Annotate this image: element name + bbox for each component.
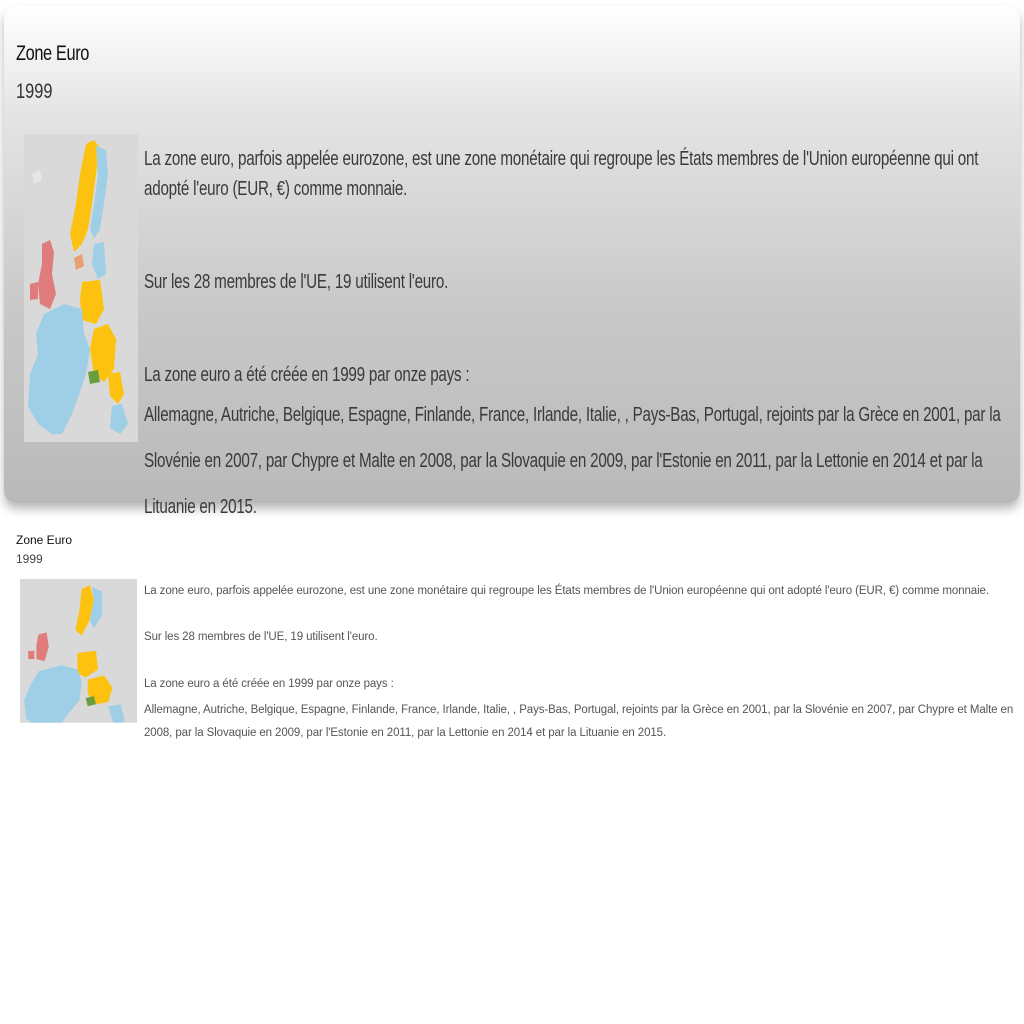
paragraph-members: Sur les 28 membres de l'UE, 19 utilisent…: [144, 271, 449, 293]
eurozone-map-svg-small: [20, 579, 137, 733]
card-title-small: Zone Euro: [16, 533, 73, 547]
card-description: La zone euro, parfois appelée eurozone, …: [144, 144, 1003, 530]
card-year: 1999: [16, 80, 53, 103]
card-title: Zone Euro: [16, 42, 89, 65]
paragraph-countries: Allemagne, Autriche, Belgique, Espagne, …: [144, 404, 1001, 518]
eurozone-map-image-small: [20, 579, 137, 733]
paragraph-creation-small: La zone euro a été créée en 1999 par onz…: [144, 678, 394, 690]
paragraph-definition-small: La zone euro, parfois appelée eurozone, …: [144, 585, 989, 597]
zone-euro-card-large: Zone Euro 1999 La zone euro, parfois app…: [4, 6, 1020, 518]
paragraph-countries-small: Allemagne, Autriche, Belgique, Espagne, …: [144, 704, 1014, 739]
eurozone-map-image: [24, 134, 138, 442]
card-year-small: 1999: [16, 552, 43, 566]
eurozone-map-svg: [24, 134, 138, 442]
paragraph-members-small: Sur les 28 membres de l'UE, 19 utilisent…: [144, 631, 378, 643]
paragraph-creation: La zone euro a été créée en 1999 par onz…: [144, 364, 470, 386]
paragraph-definition: La zone euro, parfois appelée eurozone, …: [144, 148, 979, 200]
card-description-small: La zone euro, parfois appelée eurozone, …: [144, 583, 1014, 745]
